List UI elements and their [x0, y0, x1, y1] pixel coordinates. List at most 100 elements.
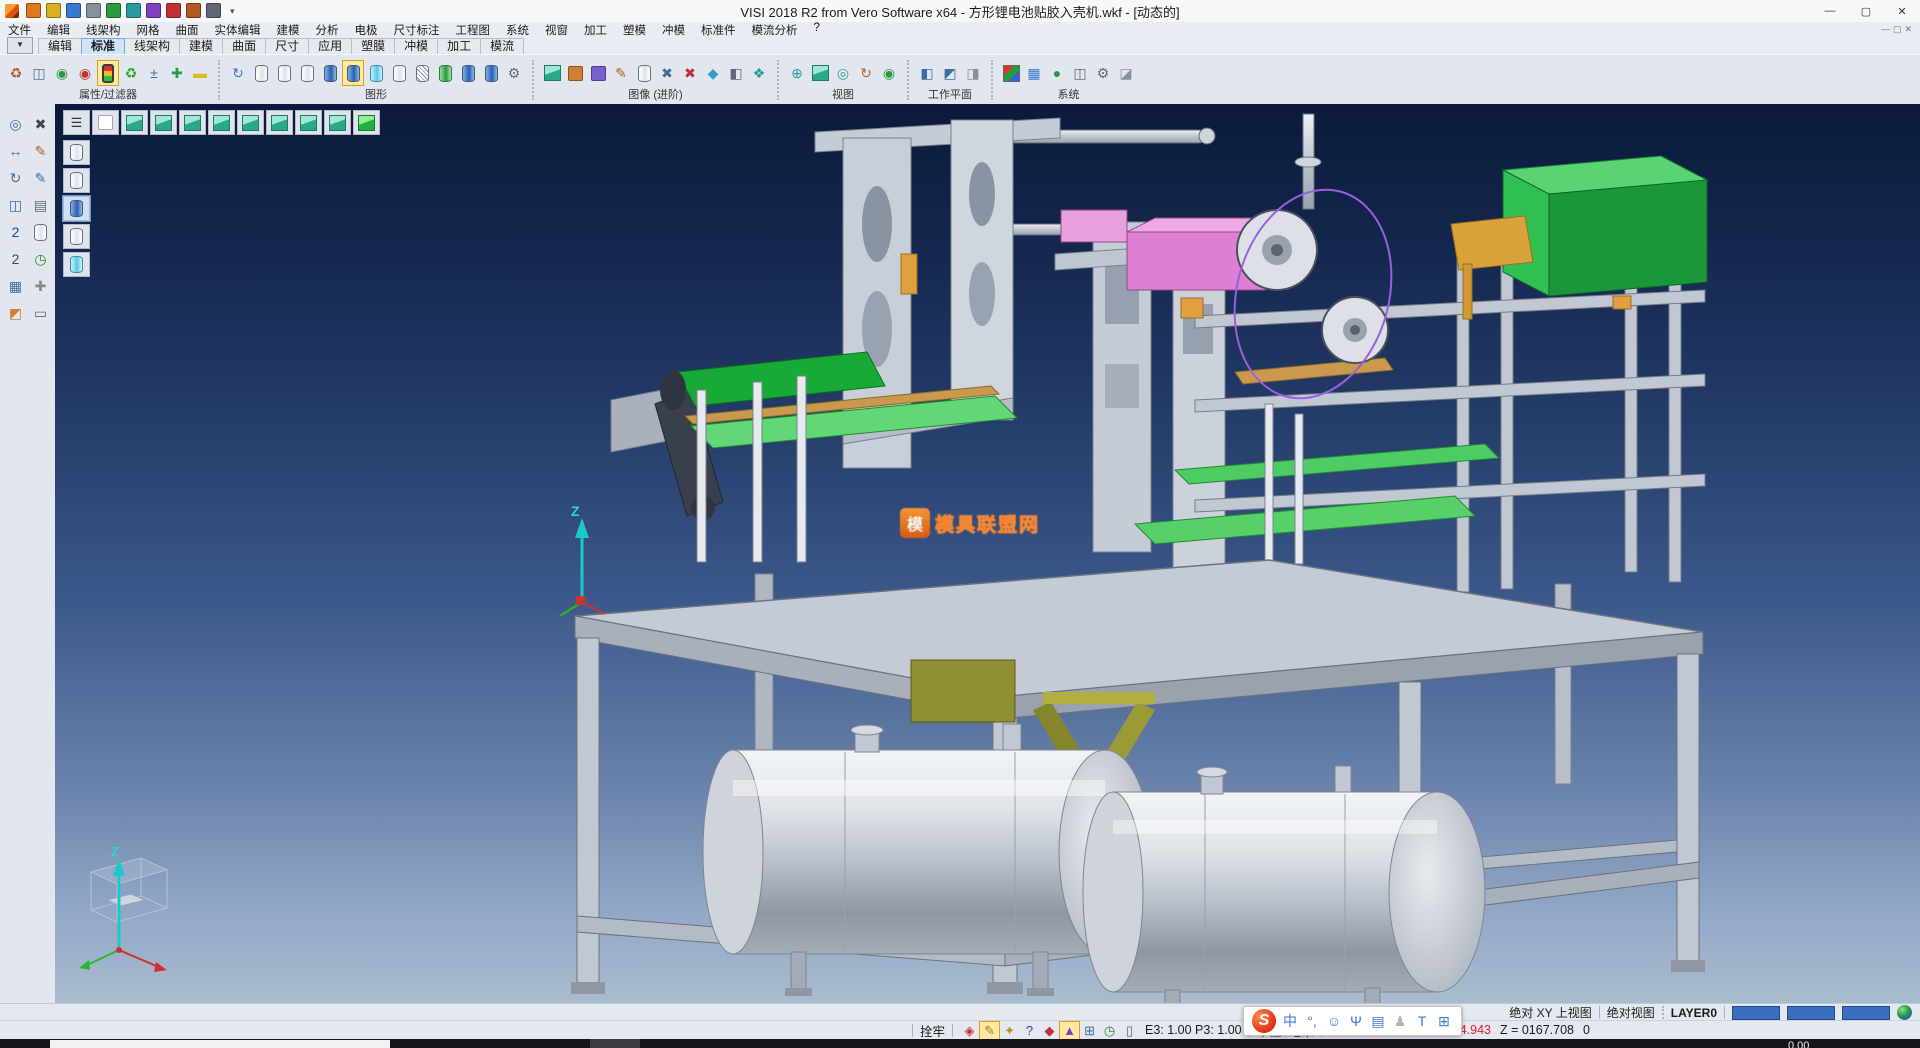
show-all-icon[interactable]: ✚ [167, 61, 187, 85]
menu-item-12[interactable]: 视窗 [537, 22, 576, 38]
system-settings-icon[interactable]: ⚙ [1093, 61, 1113, 85]
view-front-icon[interactable] [150, 110, 177, 135]
workplane-xy-icon[interactable]: ◧ [917, 61, 937, 85]
mirror-icon[interactable]: ◫ [3, 193, 28, 217]
list-icon[interactable]: ▤ [28, 193, 53, 217]
hatch-cylinder-icon[interactable] [412, 61, 432, 85]
menu-item-3[interactable]: 网格 [129, 22, 168, 38]
flat-cylinder-icon[interactable] [389, 61, 409, 85]
ime-toolbox-icon[interactable]: ⊞ [1435, 1010, 1453, 1032]
display-wireframe-icon[interactable] [63, 140, 90, 165]
workplane-auto-icon[interactable]: ◩ [940, 61, 960, 85]
dimension-icon[interactable]: 2 [3, 220, 28, 244]
layer-color-swatch[interactable] [1732, 1006, 1780, 1020]
remove-blue-icon[interactable]: ✖ [657, 61, 677, 85]
menu-item-1[interactable]: 编辑 [39, 22, 78, 38]
dashed-hidden-cylinder-icon[interactable] [297, 61, 317, 85]
view-back-icon[interactable] [179, 110, 206, 135]
view-left-icon[interactable] [208, 110, 235, 135]
ime-emoji-icon[interactable]: ☺ [1325, 1010, 1343, 1032]
globe-icon[interactable] [1897, 1005, 1912, 1020]
shaded-edges-cylinder-icon[interactable] [343, 61, 363, 85]
tab-9[interactable]: 加工 [437, 38, 481, 54]
page-icon[interactable]: ▯ [1120, 1022, 1139, 1039]
render-edit-icon[interactable]: ✎ [611, 61, 631, 85]
help-icon[interactable]: ? [1020, 1022, 1039, 1039]
menu-item-8[interactable]: 电极 [347, 22, 386, 38]
ime-person-icon[interactable]: ♟ [1391, 1010, 1409, 1032]
ime-keyboard-icon[interactable]: ▤ [1369, 1010, 1387, 1032]
edit-mode-icon[interactable]: ✎ [980, 1022, 999, 1039]
ime-punctuation-icon[interactable]: °, [1303, 1010, 1321, 1032]
rotate-view-icon[interactable]: ↻ [856, 61, 876, 85]
key-icon[interactable]: ✦ [1000, 1022, 1019, 1039]
select-icon[interactable]: ◎ [3, 112, 28, 136]
layer-colors-icon[interactable] [1001, 61, 1021, 85]
view-visibility-icon[interactable]: ◉ [879, 61, 899, 85]
system-globe-icon[interactable]: ● [1047, 61, 1067, 85]
filter-traffic-light-icon[interactable] [98, 61, 118, 85]
viewport[interactable]: Z Z ☰ 模 模具联盟网 [55, 104, 1920, 1004]
redo-icon[interactable] [123, 0, 143, 23]
annotate-icon[interactable]: ✎ [28, 166, 53, 190]
tab-4[interactable]: 曲面 [222, 38, 266, 54]
regenerate-icon[interactable]: ♻ [121, 61, 141, 85]
layer-color-swatch[interactable] [1842, 1006, 1890, 1020]
arrow-cylinder-icon[interactable] [481, 61, 501, 85]
palette-icon[interactable]: ◩ [3, 301, 28, 325]
sheet-icon[interactable]: ▭ [28, 301, 53, 325]
menu-item-15[interactable]: 冲模 [654, 22, 693, 38]
shaded-cylinder-icon[interactable] [320, 61, 340, 85]
tab-10[interactable]: 模流 [480, 38, 524, 54]
ime-chinese-mode-icon[interactable]: 中 [1281, 1010, 1299, 1032]
view-mode-status[interactable]: 绝对视图 [1607, 1004, 1655, 1021]
workplane-indicator-icon[interactable]: ▲ [1060, 1022, 1079, 1039]
menu-item-7[interactable]: 分析 [308, 22, 347, 38]
view-bottom-icon[interactable] [295, 110, 322, 135]
menu-item-2[interactable]: 线架构 [78, 22, 129, 38]
menu-item-17[interactable]: 模流分析 [744, 22, 806, 38]
system-film-icon[interactable]: ◫ [1070, 61, 1090, 85]
child-minimize-button[interactable]: — [1881, 24, 1890, 35]
minimize-button[interactable]: — [1812, 0, 1848, 22]
options-icon[interactable] [203, 0, 223, 23]
machine-model[interactable]: Z Z [55, 104, 1920, 1004]
light-icon[interactable]: ◆ [703, 61, 723, 85]
filter-trash-icon[interactable]: ♻ [6, 61, 26, 85]
menu-item-6[interactable]: 建模 [269, 22, 308, 38]
qat-caret-icon[interactable]: ▾ [227, 6, 238, 17]
menu-item-9[interactable]: 尺寸标注 [386, 22, 448, 38]
menu-item-18[interactable]: ? [806, 22, 828, 38]
visibility-toggle-icon[interactable]: ± [144, 61, 164, 85]
timer-icon[interactable]: ◷ [1100, 1022, 1119, 1039]
workplane-status[interactable]: 绝对 XY 上视图 [1509, 1004, 1591, 1021]
edit-icon[interactable]: ✎ [28, 139, 53, 163]
shadow-icon[interactable]: ◧ [726, 61, 746, 85]
zoom-fit-icon[interactable] [143, 0, 163, 23]
tab-1[interactable]: 标准 [81, 38, 125, 54]
tab-0[interactable]: 编辑 [38, 38, 82, 54]
copy-properties-icon[interactable]: ◫ [29, 61, 49, 85]
measure-icon[interactable] [163, 0, 183, 23]
texture-icon[interactable] [588, 61, 608, 85]
capture-icon[interactable] [183, 0, 203, 23]
history-icon[interactable]: ◷ [28, 247, 53, 271]
sogou-logo-icon[interactable]: S [1252, 1009, 1276, 1033]
view-cube-icon[interactable] [810, 61, 830, 85]
hidden-line-cylinder-icon[interactable] [274, 61, 294, 85]
hide-remove-icon[interactable]: ◉ [75, 61, 95, 85]
rotate-icon[interactable]: ↻ [3, 166, 28, 190]
move-icon[interactable]: ↔ [3, 139, 28, 163]
hide-all-icon[interactable]: ▬ [190, 61, 210, 85]
tab-7[interactable]: 塑膜 [351, 38, 395, 54]
transparent-cylinder-icon[interactable] [366, 61, 386, 85]
system-plane-icon[interactable]: ◪ [1116, 61, 1136, 85]
snap-lock-label[interactable]: 拴牢 [920, 1021, 945, 1040]
zoom-window-icon[interactable]: ◎ [833, 61, 853, 85]
tab-5[interactable]: 尺寸 [265, 38, 309, 54]
view-right-icon[interactable] [237, 110, 264, 135]
viewport-menu-icon[interactable]: ☰ [63, 110, 90, 135]
menu-item-14[interactable]: 塑模 [615, 22, 654, 38]
tab-8[interactable]: 冲模 [394, 38, 438, 54]
workplane-off-icon[interactable]: ◨ [963, 61, 983, 85]
